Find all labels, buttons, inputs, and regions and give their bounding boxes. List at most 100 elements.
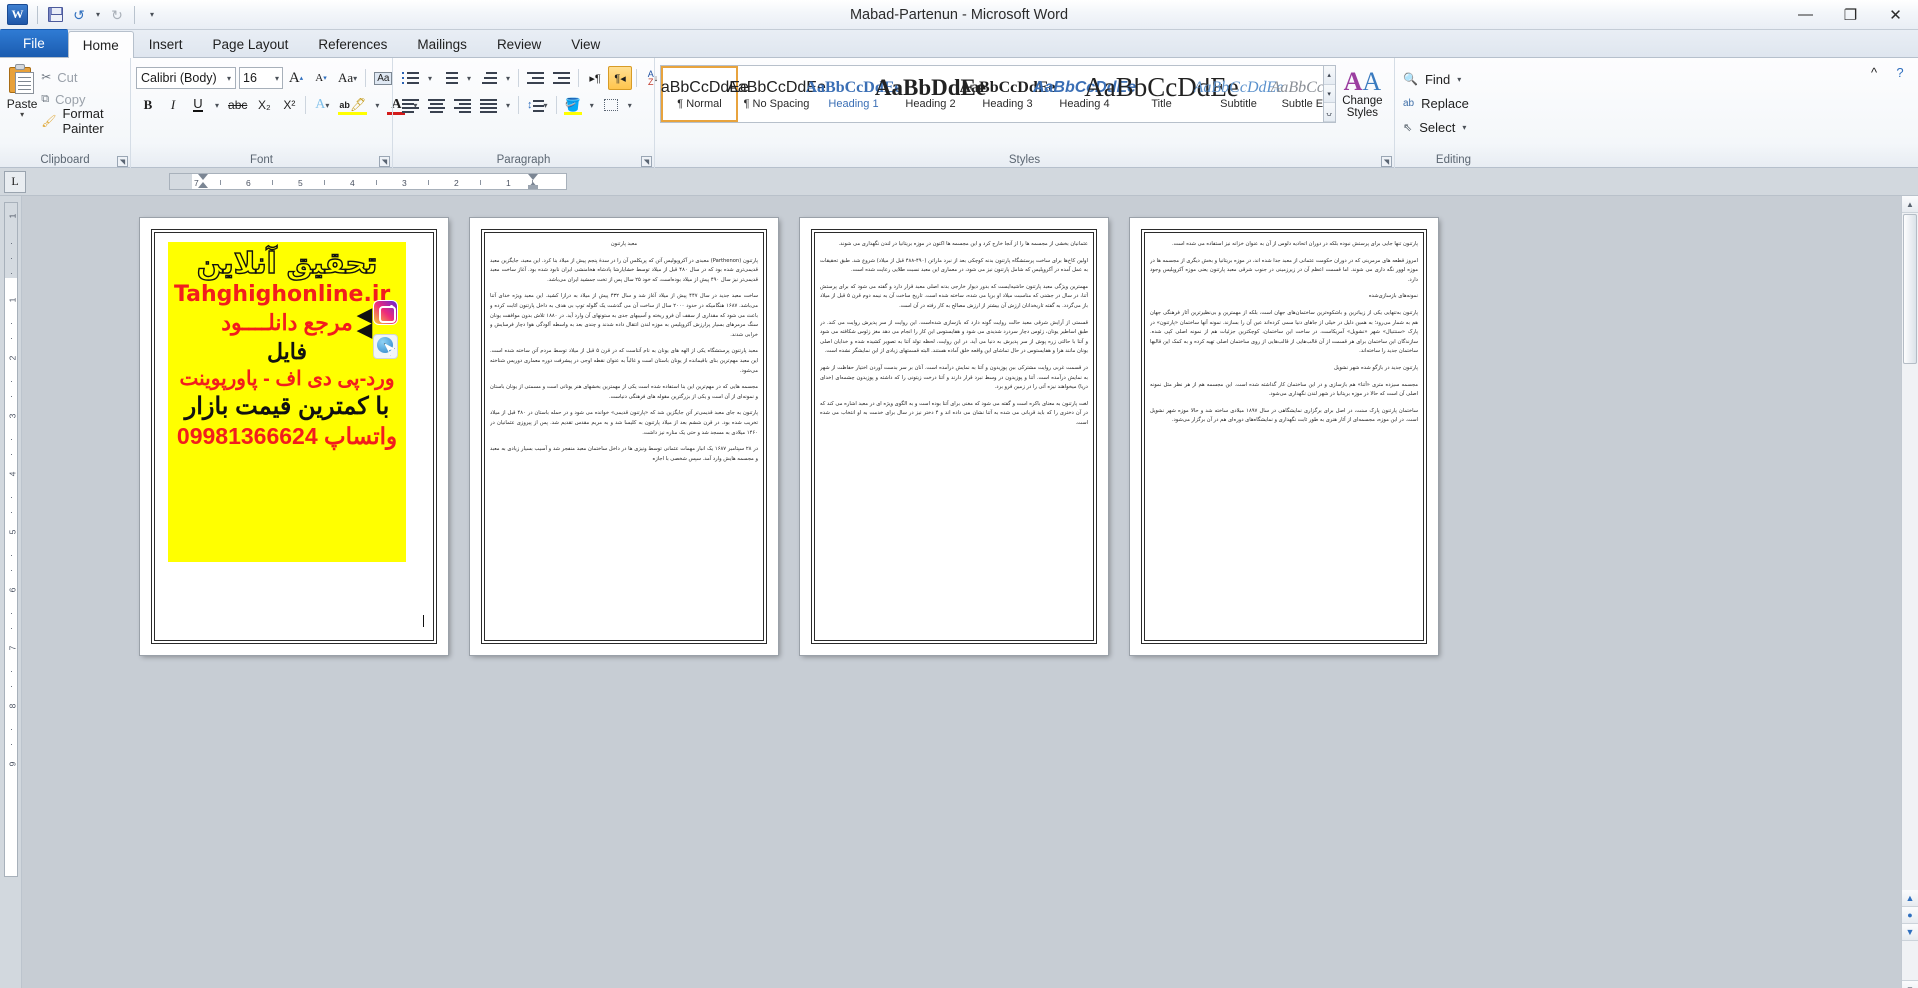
text-effects-button[interactable]: A ▾ (310, 93, 334, 117)
bold-button[interactable]: B (136, 93, 160, 117)
shading-button[interactable]: 🪣 (561, 93, 585, 117)
word-logo-icon[interactable]: W (7, 4, 28, 25)
tab-home[interactable]: Home (67, 31, 134, 58)
help-button[interactable]: ? (1888, 60, 1912, 84)
ltr-text-direction-button[interactable]: ▸¶ (583, 66, 607, 90)
tab-view[interactable]: View (556, 31, 615, 57)
font-dialog-launcher[interactable]: ◥ (379, 156, 390, 167)
change-styles-button[interactable]: AA Change Styles (1336, 65, 1389, 120)
line-spacing-button[interactable]: ↕ ▾ (523, 93, 552, 117)
scrollbar-thumb[interactable] (1903, 214, 1917, 364)
align-center-button[interactable] (424, 93, 449, 117)
highlight-button[interactable]: ab 🖊 (335, 93, 370, 117)
align-left-button[interactable] (398, 93, 423, 117)
style-subtitle[interactable]: AaBbCcDdEe Subtitle (1194, 66, 1284, 122)
chevron-down-icon[interactable]: ▾ (20, 111, 24, 119)
bullets-dropdown[interactable]: ▾ (424, 66, 436, 90)
select-button[interactable]: ⇖ Select ▾ (1400, 115, 1474, 139)
borders-dropdown[interactable]: ▾ (624, 93, 636, 117)
paragraph-dialog-launcher[interactable]: ◥ (641, 156, 652, 167)
redo-button[interactable]: ↻ (106, 4, 128, 26)
tab-review[interactable]: Review (482, 31, 556, 57)
subscript-button[interactable]: X₂ (252, 93, 276, 117)
align-right-button[interactable] (450, 93, 475, 117)
select-browse-object-button[interactable]: ● (1902, 907, 1918, 924)
right-indent-marker-top[interactable] (528, 174, 538, 180)
customize-quick-access-button[interactable]: ▾ (141, 4, 163, 26)
tab-page-layout[interactable]: Page Layout (198, 31, 304, 57)
rtl-text-direction-button[interactable]: ¶◂ (608, 66, 633, 90)
italic-button[interactable]: I (161, 93, 185, 117)
style-title[interactable]: AaBbCcDdEe Title (1084, 66, 1238, 122)
undo-dropdown[interactable]: ▾ (92, 4, 104, 26)
cut-button[interactable]: ✂ Cut (39, 66, 125, 88)
styles-dialog-launcher[interactable]: ◥ (1381, 156, 1392, 167)
document-canvas[interactable]: تحقیق آنلاین Tahghighonline.ir ◀ ◀ مرجع … (22, 196, 1918, 988)
document-page-1[interactable]: تحقیق آنلاین Tahghighonline.ir ◀ ◀ مرجع … (140, 218, 448, 655)
scroll-down-button[interactable]: ▼ (1902, 980, 1918, 988)
underline-button[interactable]: U (186, 93, 210, 117)
numbering-dropdown[interactable]: ▾ (463, 66, 475, 90)
format-painter-button[interactable]: 🖌 Format Painter (39, 106, 125, 136)
replace-button[interactable]: ab Replace (1400, 91, 1477, 115)
restore-button[interactable]: ❐ (1828, 0, 1873, 30)
save-button[interactable] (44, 4, 66, 26)
decrease-indent-button[interactable] (523, 66, 548, 90)
left-indent-box[interactable] (528, 185, 538, 189)
undo-button[interactable]: ↺ (68, 4, 90, 26)
advertisement-image[interactable]: تحقیق آنلاین Tahghighonline.ir ◀ ◀ مرجع … (168, 242, 406, 562)
tab-stop-selector[interactable]: L (4, 170, 26, 193)
font-name-input[interactable]: Calibri (Body) ▾ (136, 67, 236, 89)
close-button[interactable]: ✕ (1873, 0, 1918, 30)
change-case-button[interactable]: Aa ▾ (334, 66, 361, 90)
page-2-content[interactable]: معبد پارتنون پارتنون (Parthenon) معبدی د… (490, 240, 758, 633)
minimize-button[interactable]: — (1783, 0, 1828, 30)
styles-more-button[interactable]: ⍽ (1323, 103, 1335, 123)
previous-page-button[interactable]: ▲ (1902, 890, 1918, 907)
document-page-4[interactable]: پارتنون تنها جایی برای پرستش نبوده بلکه … (1130, 218, 1438, 655)
justify-dropdown[interactable]: ▾ (502, 93, 514, 117)
borders-button[interactable] (599, 93, 623, 117)
multilevel-dropdown[interactable]: ▾ (502, 66, 514, 90)
page-3-content[interactable]: عثمانیان بخشی از مجسمه ها را از آنجا خار… (820, 240, 1088, 633)
font-size-input[interactable]: 16 ▾ (239, 67, 283, 89)
paste-button[interactable]: Paste ▾ (5, 62, 39, 119)
next-page-button[interactable]: ▼ (1902, 924, 1918, 941)
vertical-ruler[interactable]: 1 1 2 3 4 5 6 7 8 9 (0, 196, 22, 988)
tab-file[interactable]: File (0, 29, 68, 57)
strikethrough-button[interactable]: abc (224, 93, 251, 117)
superscript-button[interactable]: X² (277, 93, 301, 117)
document-page-2[interactable]: معبد پارتنون پارتنون (Parthenon) معبدی د… (470, 218, 778, 655)
minimize-ribbon-button[interactable]: ^ (1862, 60, 1886, 84)
tab-references[interactable]: References (303, 31, 402, 57)
increase-indent-button[interactable] (549, 66, 574, 90)
find-button[interactable]: 🔍 Find ▾ (1400, 67, 1469, 91)
shading-dropdown[interactable]: ▾ (586, 93, 598, 117)
styles-gallery-scrollbar[interactable]: ▴ ▾ ⍽ (1323, 65, 1336, 123)
styles-gallery[interactable]: AaBbCcDdEe ¶ Normal AaBbCcDdEe ¶ No Spacin… (660, 65, 1324, 123)
hanging-indent-marker[interactable] (198, 182, 208, 188)
clipboard-dialog-launcher[interactable]: ◥ (117, 156, 128, 167)
justify-button[interactable] (476, 93, 501, 117)
tab-insert[interactable]: Insert (134, 31, 198, 57)
highlight-dropdown[interactable]: ▾ (371, 93, 383, 117)
styles-scroll-down-button[interactable]: ▾ (1323, 84, 1335, 104)
vertical-scrollbar[interactable]: ▲ ▲ ● ▼ ▼ (1901, 196, 1918, 988)
instagram-icon[interactable] (373, 300, 398, 325)
globe-icon[interactable] (373, 334, 398, 359)
horizontal-ruler[interactable]: 7 6 5 4 3 2 1 (169, 173, 567, 190)
numbering-button[interactable] (437, 66, 462, 90)
first-line-indent-marker[interactable] (198, 174, 208, 180)
page-4-content[interactable]: پارتنون تنها جایی برای پرستش نبوده بلکه … (1150, 240, 1418, 633)
styles-scroll-up-button[interactable]: ▴ (1323, 66, 1335, 85)
bullets-button[interactable] (398, 66, 423, 90)
style-subtle-emphasis[interactable]: AaBbCcDdEe Subtle Emp… (1271, 66, 1323, 122)
tab-mailings[interactable]: Mailings (402, 31, 482, 57)
shrink-font-button[interactable]: A ▾ (309, 66, 333, 90)
grow-font-button[interactable]: A ▴ (284, 66, 308, 90)
multilevel-list-button[interactable] (476, 66, 501, 90)
document-page-3[interactable]: عثمانیان بخشی از مجسمه ها را از آنجا خار… (800, 218, 1108, 655)
underline-dropdown[interactable]: ▾ (211, 93, 223, 117)
style-heading-2[interactable]: AaBbDdEe Heading 2 (875, 66, 986, 122)
scroll-up-button[interactable]: ▲ (1902, 196, 1918, 213)
